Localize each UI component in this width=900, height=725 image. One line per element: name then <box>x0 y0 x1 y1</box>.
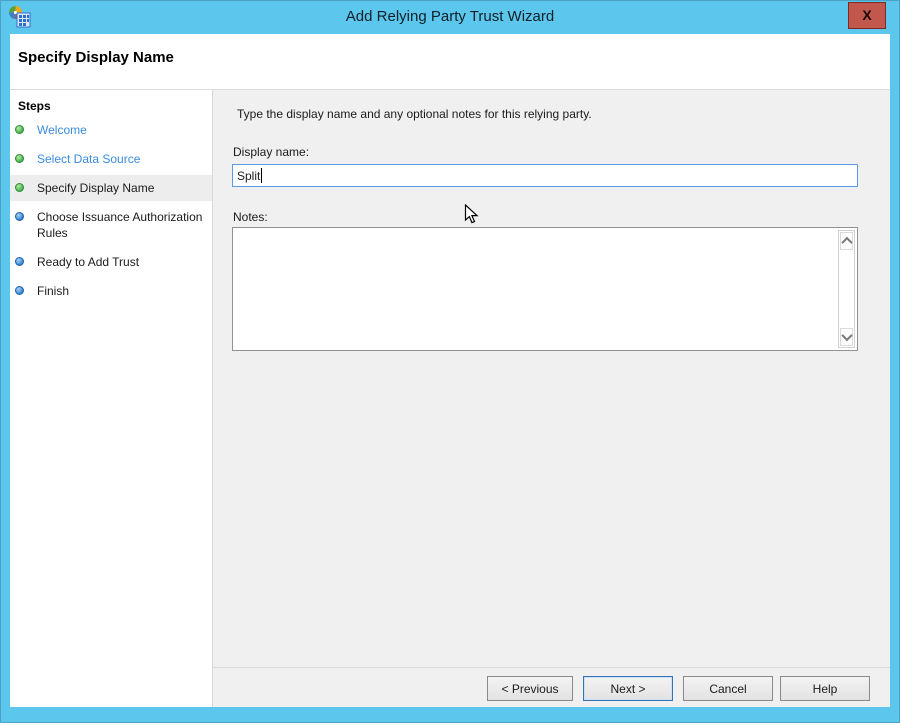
step-completed-dot-icon <box>15 154 24 163</box>
close-button[interactable]: X <box>848 2 886 29</box>
titlebar[interactable]: Add Relying Party Trust Wizard X <box>0 0 900 34</box>
sidebar-step-ready-to-add-trust: Ready to Add Trust <box>10 249 212 275</box>
step-current-dot-icon <box>15 183 24 192</box>
sidebar-step-specify-display-name: Specify Display Name <box>10 175 212 201</box>
window-border-left <box>0 34 10 722</box>
sidebar-step-finish: Finish <box>10 278 212 304</box>
steps-sidebar: Steps Welcome Select Data Source Specify… <box>10 90 213 707</box>
step-upcoming-dot-icon <box>15 257 24 266</box>
notes-label: Notes: <box>233 210 268 224</box>
page-title: Specify Display Name <box>10 34 890 66</box>
chevron-down-icon <box>841 330 852 341</box>
display-name-field-wrap <box>232 164 858 187</box>
step-upcoming-dot-icon <box>15 286 24 295</box>
step-upcoming-dot-icon <box>15 212 24 221</box>
window-border-right <box>890 34 900 722</box>
previous-button[interactable]: < Previous <box>487 676 573 701</box>
window-title: Add Relying Party Trust Wizard <box>0 0 900 34</box>
window-border-bottom <box>0 707 900 723</box>
next-button[interactable]: Next > <box>583 676 673 701</box>
step-completed-dot-icon <box>15 125 24 134</box>
sidebar-step-choose-issuance-authorization-rules: Choose Issuance Authorization Rules <box>10 204 212 246</box>
scroll-down-button[interactable] <box>840 328 853 346</box>
sidebar-step-select-data-source[interactable]: Select Data Source <box>10 146 212 172</box>
scroll-up-button[interactable] <box>840 232 853 250</box>
display-name-input[interactable] <box>232 164 858 187</box>
sidebar-step-welcome[interactable]: Welcome <box>10 117 212 143</box>
display-name-label: Display name: <box>233 145 309 159</box>
notes-scrollbar[interactable] <box>838 230 855 348</box>
footer-separator <box>213 667 890 668</box>
text-caret <box>261 168 262 183</box>
chevron-up-icon <box>841 237 852 248</box>
help-button[interactable]: Help <box>780 676 870 701</box>
wizard-page-header: Specify Display Name <box>10 34 890 90</box>
steps-heading: Steps <box>18 99 212 113</box>
notes-textarea[interactable] <box>232 227 858 351</box>
cancel-button[interactable]: Cancel <box>683 676 773 701</box>
instruction-text: Type the display name and any optional n… <box>237 107 592 121</box>
wizard-page-content: Type the display name and any optional n… <box>213 90 890 707</box>
